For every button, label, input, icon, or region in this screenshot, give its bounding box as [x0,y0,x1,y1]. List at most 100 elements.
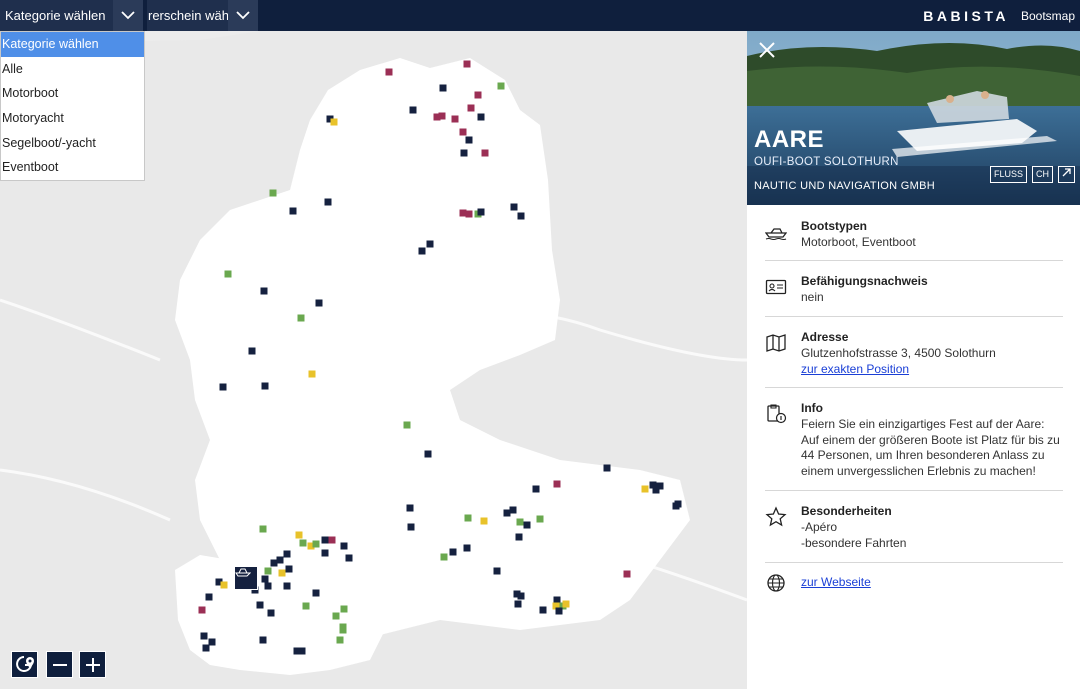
external-link-icon[interactable] [1058,166,1075,183]
map-marker[interactable] [555,607,563,615]
map-marker[interactable] [315,299,323,307]
map-marker[interactable] [328,536,336,544]
map-marker[interactable] [339,626,347,634]
map-marker[interactable] [312,540,320,548]
map-marker[interactable] [407,523,415,531]
category-select[interactable]: Kategorie wählen [0,0,143,31]
map-marker[interactable] [224,270,232,278]
map-marker[interactable] [674,500,682,508]
map-marker[interactable] [403,421,411,429]
map-marker[interactable] [481,149,489,157]
close-icon[interactable] [758,41,776,59]
map-marker[interactable] [308,370,316,378]
map-marker[interactable] [264,567,272,575]
map-marker[interactable] [641,485,649,493]
map-marker[interactable] [463,544,471,552]
map-marker[interactable] [409,106,417,114]
map-marker[interactable] [438,112,446,120]
locate-button[interactable] [11,651,38,678]
map-marker[interactable] [259,525,267,533]
map-marker[interactable] [424,450,432,458]
dropdown-option[interactable]: Kategorie wählen [1,32,144,57]
map-marker[interactable] [276,556,284,564]
map-marker[interactable] [517,592,525,600]
map-marker[interactable] [336,636,344,644]
map-marker[interactable] [321,536,329,544]
map-marker[interactable] [261,575,269,583]
map-marker[interactable] [503,509,511,517]
license-select[interactable]: rerschein wäh [147,0,258,31]
map-marker[interactable] [297,314,305,322]
map-marker[interactable] [477,208,485,216]
map-marker[interactable] [267,609,275,617]
map-marker[interactable] [440,553,448,561]
map-marker[interactable] [553,480,561,488]
selected-marker[interactable] [234,566,258,590]
map-marker[interactable] [463,60,471,68]
website-link[interactable]: zur Webseite [801,575,871,589]
map-marker[interactable] [515,533,523,541]
map-marker[interactable] [480,517,488,525]
map-marker[interactable] [523,521,531,529]
map-marker[interactable] [340,542,348,550]
map-marker[interactable] [449,548,457,556]
dropdown-option[interactable]: Segelboot/-yacht [1,131,144,156]
category-dropdown[interactable]: Kategorie wählen Alle Motorboot Motoryac… [0,31,145,182]
map-marker[interactable] [451,115,459,123]
chevron-down-icon[interactable] [113,0,143,31]
map-marker[interactable] [459,209,467,217]
map-marker[interactable] [493,567,501,575]
map-marker[interactable] [220,581,228,589]
map-marker[interactable] [562,600,570,608]
map-marker[interactable] [248,347,256,355]
map-marker[interactable] [467,104,475,112]
map-marker[interactable] [603,464,611,472]
map-marker[interactable] [656,482,664,490]
zoom-out-button[interactable] [46,651,73,678]
map-marker[interactable] [426,240,434,248]
map-marker[interactable] [497,82,505,90]
map-marker[interactable] [332,612,340,620]
map-marker[interactable] [418,247,426,255]
map-marker[interactable] [439,84,447,92]
map-marker[interactable] [532,485,540,493]
map-marker[interactable] [283,550,291,558]
map-marker[interactable] [465,136,473,144]
dropdown-option[interactable]: Eventboot [1,155,144,180]
dropdown-option[interactable]: Alle [1,57,144,82]
map-marker[interactable] [298,647,306,655]
map-marker[interactable] [219,383,227,391]
chevron-down-icon[interactable] [228,0,258,31]
map-marker[interactable] [510,203,518,211]
map-marker[interactable] [295,531,303,539]
map-marker[interactable] [283,582,291,590]
dropdown-option[interactable]: Motoryacht [1,106,144,131]
brand-logo[interactable]: BABISTA [923,8,1009,24]
dropdown-option[interactable]: Motorboot [1,81,144,106]
brand[interactable]: BABISTA Bootsmap [923,0,1075,31]
map-marker[interactable] [474,91,482,99]
map-marker[interactable] [539,606,547,614]
map-marker[interactable] [202,644,210,652]
map-marker[interactable] [269,189,277,197]
map-marker[interactable] [385,68,393,76]
map-marker[interactable] [200,632,208,640]
map-marker[interactable] [278,569,286,577]
map-marker[interactable] [324,198,332,206]
map-marker[interactable] [285,565,293,573]
map-marker[interactable] [459,128,467,136]
map-marker[interactable] [264,582,272,590]
map-marker[interactable] [270,559,278,567]
map-marker[interactable] [553,596,561,604]
exact-position-link[interactable]: zur exakten Position [801,362,909,376]
map-marker[interactable] [536,515,544,523]
map-marker[interactable] [302,602,310,610]
map-marker[interactable] [261,382,269,390]
map-marker[interactable] [406,504,414,512]
map-marker[interactable] [516,518,524,526]
map-marker[interactable] [198,606,206,614]
map-marker[interactable] [517,212,525,220]
map-marker[interactable] [205,593,213,601]
map-marker[interactable] [514,600,522,608]
map-marker[interactable] [289,207,297,215]
